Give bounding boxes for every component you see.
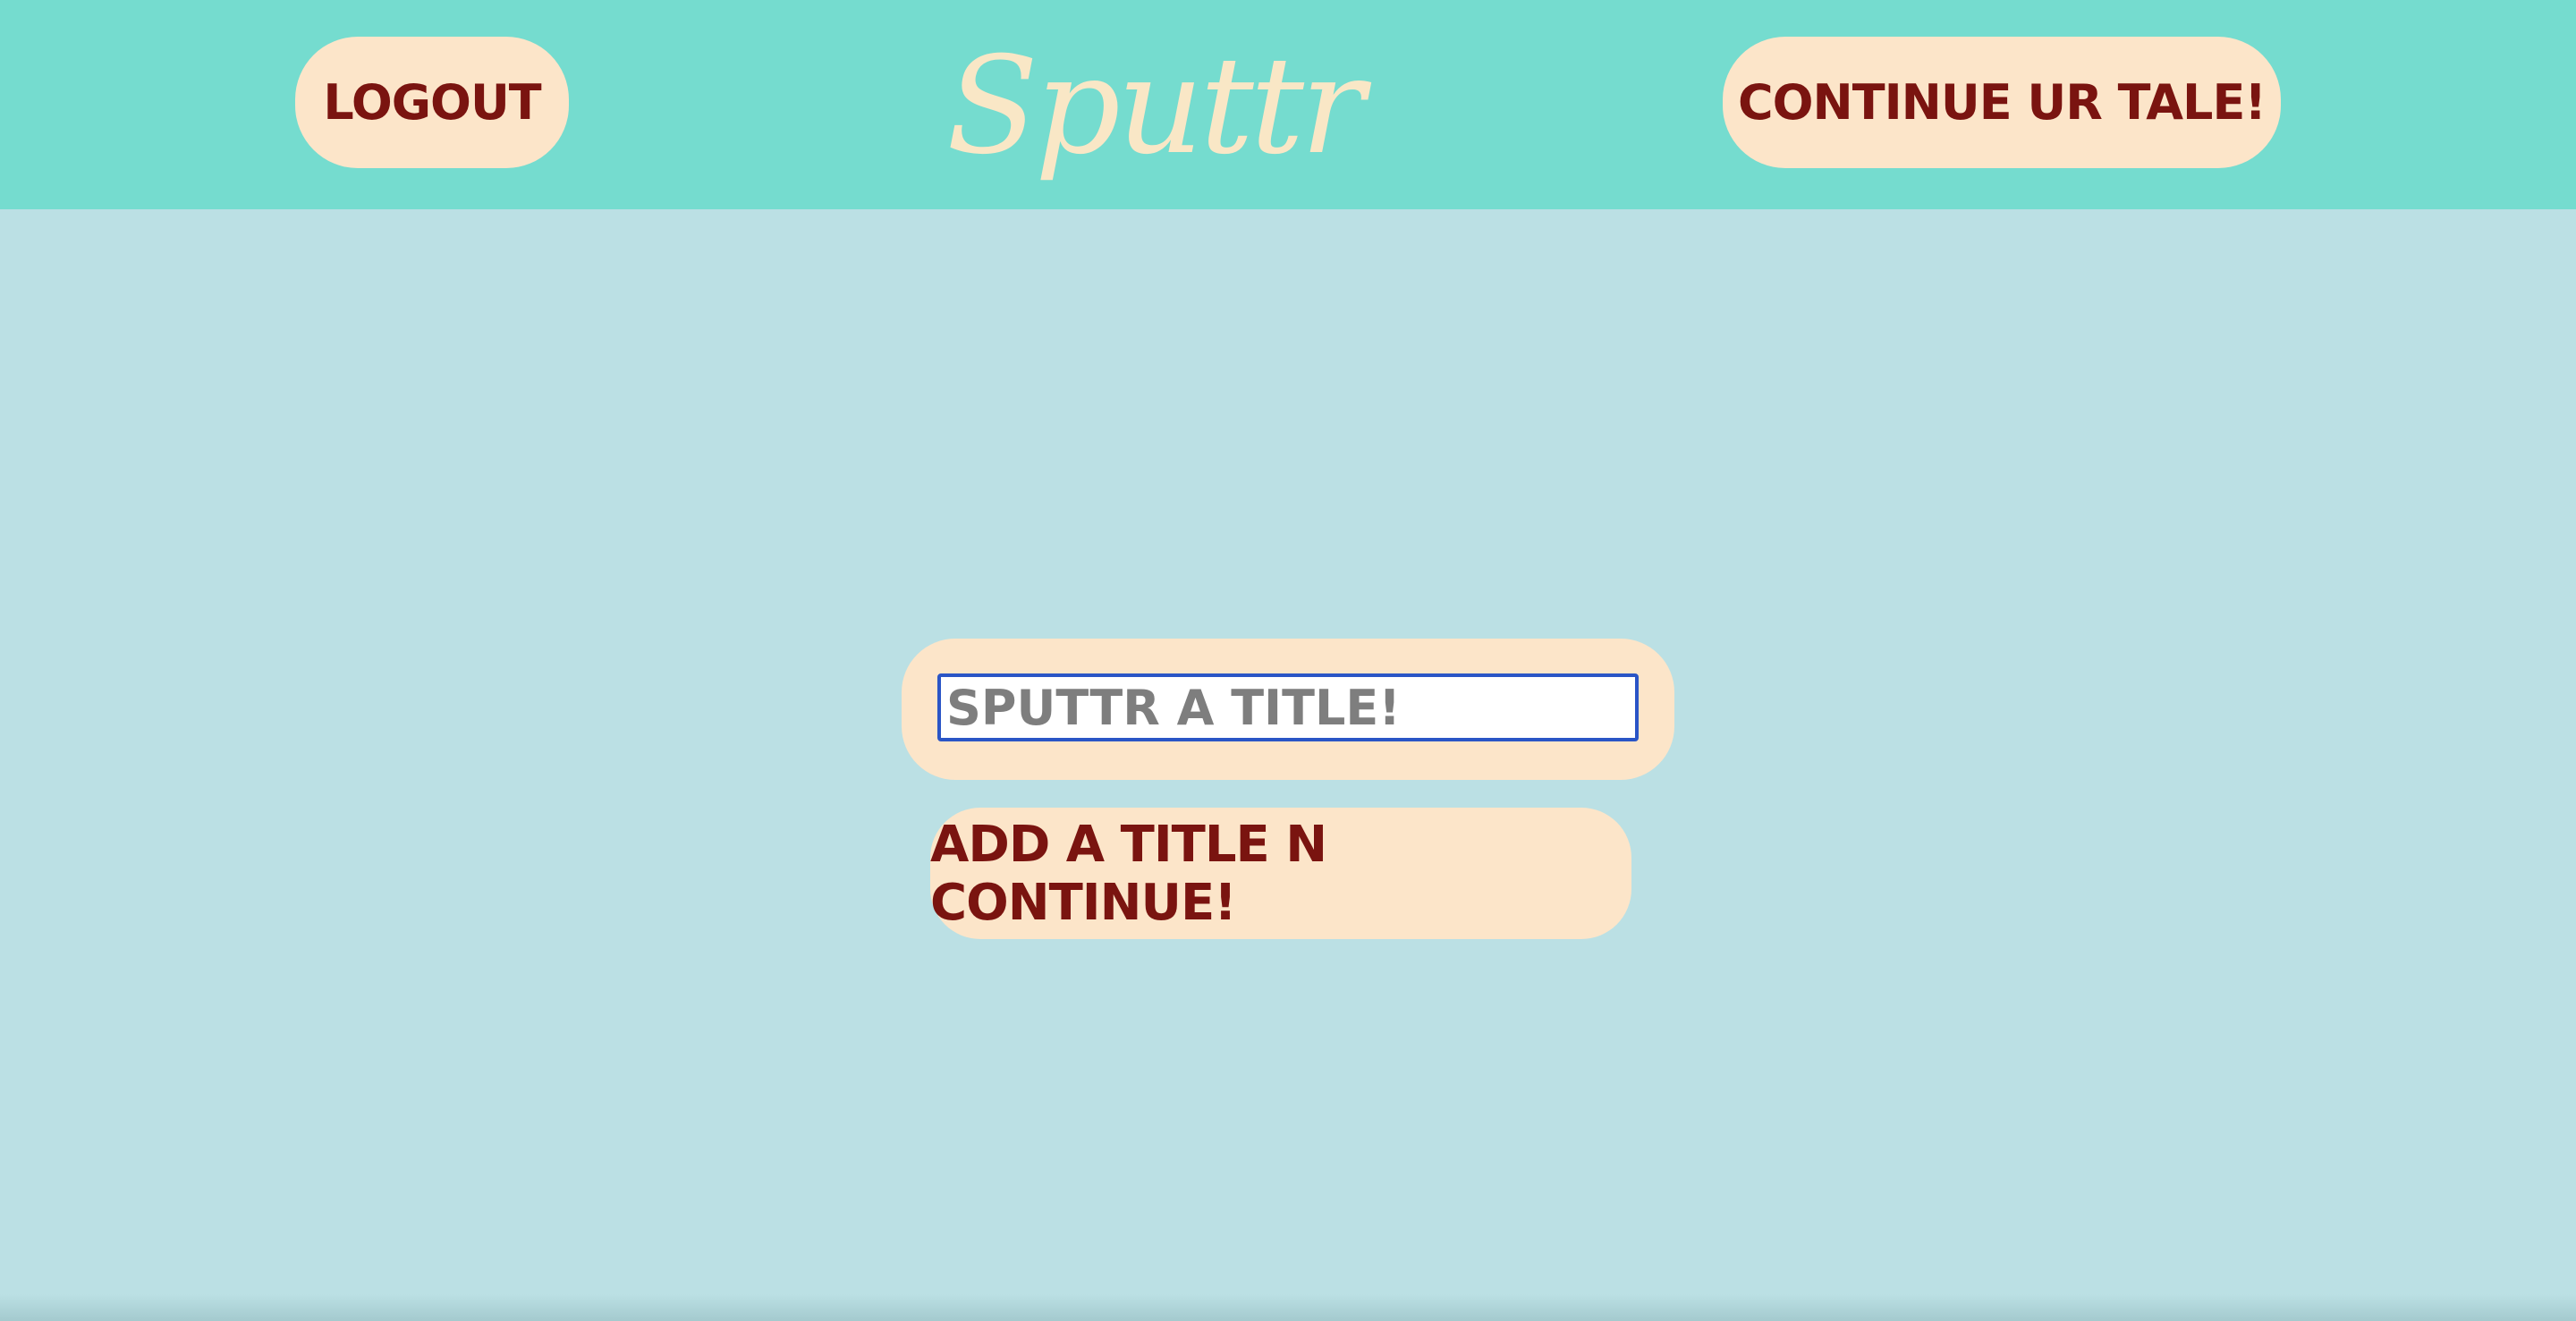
title-input[interactable] (937, 673, 1639, 741)
top-navigation-bar: LOGOUT Sputtr CONTINUE UR TALE! (0, 0, 2576, 209)
logout-button[interactable]: LOGOUT (295, 37, 569, 168)
continue-ur-tale-button[interactable]: CONTINUE UR TALE! (1723, 37, 2281, 168)
sputtr-logo: Sputtr (946, 29, 1365, 184)
add-title-and-continue-button[interactable]: ADD A TITLE N CONTINUE! (930, 808, 1631, 939)
bottom-edge-shadow (0, 1294, 2576, 1321)
title-input-card (902, 639, 1674, 780)
